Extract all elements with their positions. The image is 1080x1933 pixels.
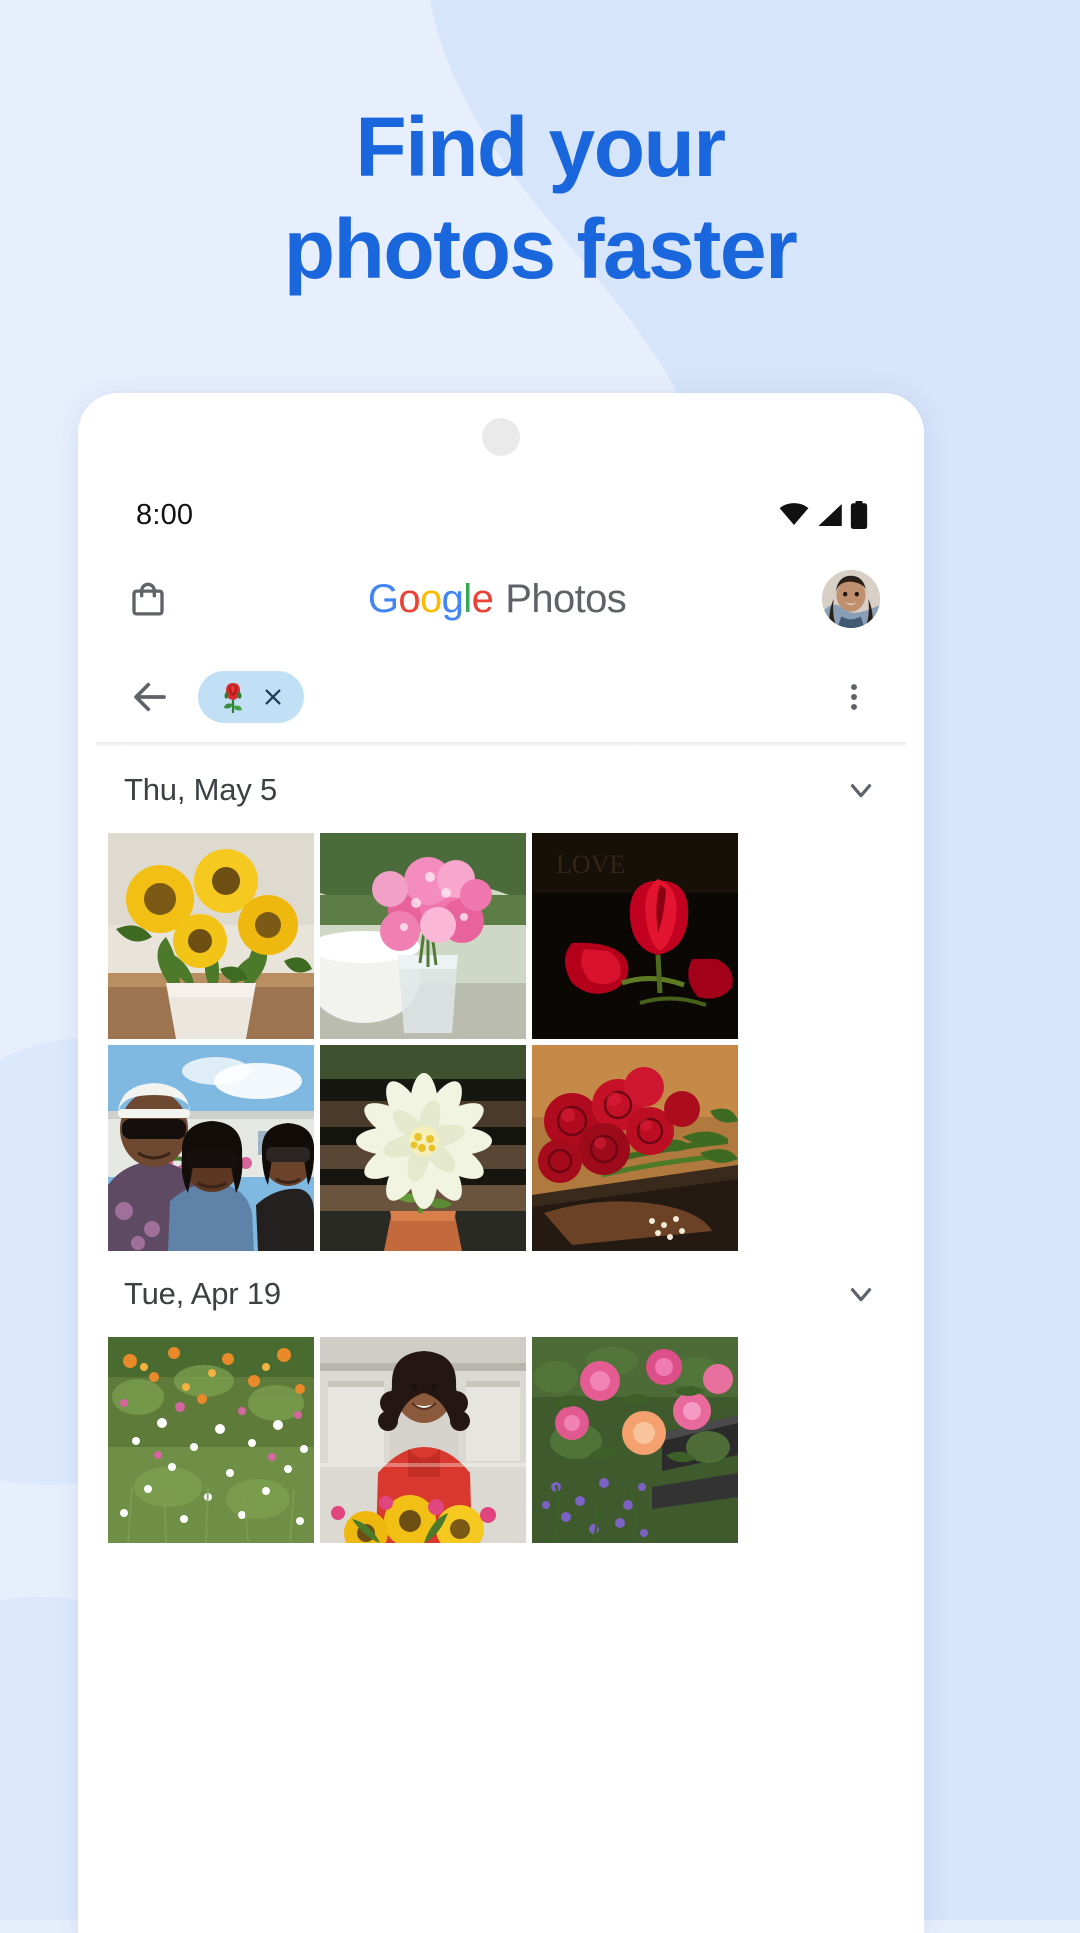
photo-thumbnail <box>108 1045 314 1251</box>
rose-emoji-icon <box>218 680 248 714</box>
more-vert-glyph <box>851 684 857 710</box>
photo-thumbnail <box>108 833 314 1039</box>
headline-line-1: Find your <box>355 100 726 194</box>
wifi-icon <box>779 503 809 525</box>
chevron-down-glyph <box>850 1288 872 1302</box>
photo-thumbnail <box>320 1337 526 1543</box>
photo-grid <box>78 1337 924 1543</box>
date-header: Tue, Apr 19 <box>78 1251 924 1337</box>
google-letter-l: l <box>463 576 472 621</box>
photo-row <box>108 1337 894 1543</box>
photo-red-roses-on-table[interactable] <box>532 1045 738 1251</box>
close-icon[interactable] <box>262 686 284 708</box>
phone-mockup: 8:00 Google Photos Thu, May 5 LOVE Tue, … <box>78 393 924 1933</box>
photo-row <box>108 1045 894 1251</box>
google-letter-e: e <box>471 576 494 621</box>
rose-glyph <box>224 683 242 714</box>
photo-white-zinnia-flower[interactable] <box>320 1045 526 1251</box>
photo-thumbnail <box>532 1337 738 1543</box>
google-letter-g2: g <box>441 576 464 621</box>
avatar[interactable] <box>822 570 880 628</box>
google-letter-g1: G <box>367 576 399 621</box>
google-logo-text: Google <box>367 576 494 622</box>
photo-wildflower-meadow[interactable] <box>108 1337 314 1543</box>
photo-thumbnail <box>320 833 526 1039</box>
close-glyph <box>265 689 281 705</box>
front-camera-icon <box>482 418 520 456</box>
photo-row: LOVE <box>108 833 894 1039</box>
status-bar-clock: 8:00 <box>136 498 194 531</box>
google-letter-o2: o <box>419 576 442 621</box>
photo-thumbnail: LOVE <box>532 833 738 1039</box>
chevron-down-icon[interactable] <box>844 773 878 807</box>
photo-pink-flowers-in-jar[interactable] <box>320 833 526 1039</box>
battery-icon <box>850 501 868 529</box>
shopping-bag-icon[interactable] <box>124 575 172 623</box>
search-chip-rose[interactable] <box>198 671 304 723</box>
app-header: Google Photos <box>78 553 924 645</box>
promo-headline: Find your photos faster <box>0 96 1080 301</box>
chevron-down-glyph <box>850 784 872 798</box>
photo-three-friends-selfie[interactable] <box>108 1045 314 1251</box>
date-label: Tue, Apr 19 <box>124 1276 281 1311</box>
google-letter-o1: o <box>398 576 420 621</box>
photo-feed[interactable]: Thu, May 5 LOVE Tue, Apr 19 <box>78 747 924 1933</box>
signal-icon <box>818 503 842 527</box>
avatar-photo <box>822 570 880 628</box>
back-arrow-glyph <box>134 682 166 712</box>
date-label: Thu, May 5 <box>124 772 278 807</box>
headline-line-2: photos faster <box>283 202 798 297</box>
status-bar-icons <box>779 501 868 529</box>
product-name-photos: Photos <box>505 576 627 621</box>
photo-thumbnail <box>108 1337 314 1543</box>
photo-grid: LOVE <box>78 833 924 1251</box>
more-vert-icon[interactable] <box>828 671 880 723</box>
photo-thumbnail <box>320 1045 526 1251</box>
search-filter-bar <box>78 651 924 743</box>
photo-pink-roses-on-fence[interactable] <box>532 1337 738 1543</box>
photo-thumbnail <box>532 1045 738 1251</box>
shopping-bag-glyph <box>132 582 164 616</box>
photo-sunflowers-in-vase[interactable] <box>108 833 314 1039</box>
status-bar: 8:00 <box>78 489 924 541</box>
google-photos-wordmark: Google Photos <box>367 576 627 622</box>
back-arrow-icon[interactable] <box>124 671 176 723</box>
date-header: Thu, May 5 <box>78 747 924 833</box>
photo-woman-with-sunflowers[interactable] <box>320 1337 526 1543</box>
svg-text:LOVE: LOVE <box>556 850 625 879</box>
chevron-down-icon[interactable] <box>844 1277 878 1311</box>
photo-red-tulips-dark[interactable]: LOVE <box>532 833 738 1039</box>
